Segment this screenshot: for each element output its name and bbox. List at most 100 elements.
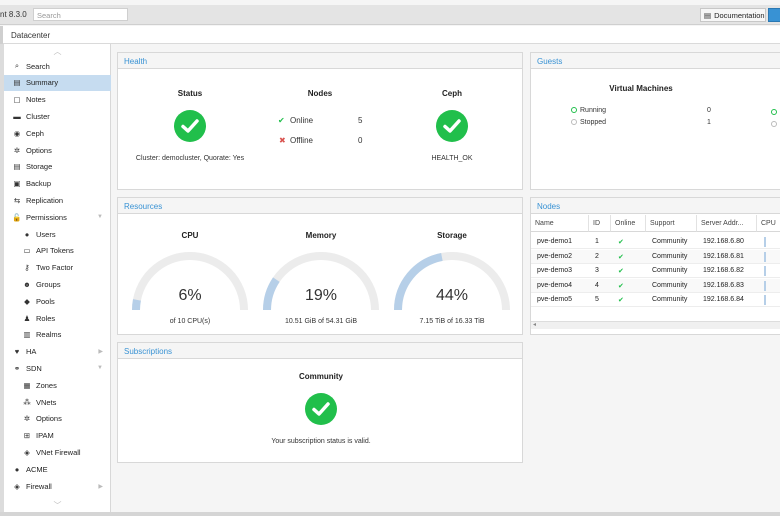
sidebar-item-summary[interactable]: ▤ Summary (4, 74, 111, 91)
node-name: pve-demo3 (537, 267, 573, 275)
column-header[interactable]: CPU (757, 215, 780, 232)
gauge-fill (132, 299, 141, 311)
chevron-down-icon[interactable]: ▼ (97, 365, 103, 371)
gauge-storage (394, 251, 510, 311)
online-count: 5 (358, 116, 363, 125)
sidebar-scroll-up[interactable]: ︿ (4, 46, 111, 58)
create-vm-button[interactable] (768, 8, 780, 22)
sidebar-item-users[interactable]: ● Users (4, 226, 111, 242)
sidebar-item-vnets[interactable]: ⁂ VNets (4, 394, 111, 410)
gauge-percent: 6% (178, 287, 202, 304)
cpu-usage-bar (764, 237, 766, 247)
sidebar-item-label: Cluster (26, 111, 50, 121)
subscription-ok-icon (305, 393, 337, 425)
user-icon: ● (24, 229, 30, 239)
cpu-usage-bar (764, 280, 766, 291)
node-id: 4 (595, 281, 599, 289)
sidebar-item-replication[interactable]: ⇆ Replication (4, 192, 111, 208)
column-header[interactable]: Name (531, 215, 589, 232)
sidebar-item-ceph[interactable]: ◉ Ceph (4, 125, 111, 141)
gear-icon: ✲ (13, 145, 21, 155)
column-header[interactable]: Online (611, 215, 646, 232)
stopped-count: 1 (707, 119, 711, 126)
pools-icon: ◆ (24, 296, 30, 306)
horizontal-scrollbar[interactable]: ◂ (531, 321, 780, 329)
online-check-icon: ✔ (618, 282, 624, 290)
sidebar-item-notes[interactable]: ▢ Notes (4, 92, 111, 108)
sidebar-item-label: Realms (36, 330, 62, 340)
sidebar-item-cluster[interactable]: ▬ Cluster (4, 108, 111, 124)
table-row[interactable]: pve-demo2 2 ✔ Community 192.168.6.81 (531, 249, 780, 264)
column-header[interactable]: Server Addr... (697, 215, 757, 232)
sidebar-item-search[interactable]: ⌕ Search (4, 58, 111, 74)
vm-title: Virtual Machines (609, 84, 673, 93)
sidebar-item-pools[interactable]: ◆ Pools (4, 293, 111, 309)
online-check-icon: ✔ (618, 268, 624, 276)
guests-header: Guests (531, 53, 780, 69)
sidebar-item-label: Ceph (26, 128, 44, 138)
breadcrumb-row: Datacenter (0, 26, 780, 44)
gauge-title: Memory (305, 231, 337, 240)
node-address: 192.168.6.82 (703, 267, 744, 275)
table-row[interactable]: pve-demo1 1 ✔ Community 192.168.6.80 (531, 235, 780, 249)
online-check-icon: ✔ (618, 297, 624, 305)
sidebar-item-api-tokens[interactable]: ▭ API Tokens (4, 243, 111, 259)
shield-icon: ◈ (14, 481, 20, 491)
left-strip (0, 26, 3, 44)
subscriptions-header: Subscriptions (118, 343, 522, 359)
sidebar-item-label: Roles (36, 313, 56, 323)
shield-icon: ◈ (24, 447, 30, 457)
ceph-ok-icon (436, 110, 468, 142)
users-icon: ☻ (23, 279, 31, 289)
sidebar-item-label: IPAM (36, 431, 54, 441)
node-support: Community (652, 281, 688, 289)
sidebar-item-options[interactable]: ✲ Options (4, 142, 111, 158)
documentation-button[interactable]: ▤ Documentation (700, 8, 766, 22)
sidebar-item-realms[interactable]: ▥ Realms (4, 327, 111, 343)
scroll-left-icon[interactable]: ◂ (533, 321, 536, 328)
offline-count: 0 (358, 136, 363, 145)
sidebar-item-backup[interactable]: ▣ Backup (4, 176, 111, 192)
column-header[interactable]: ID (589, 215, 611, 232)
sidebar-item-label: Pools (36, 296, 55, 306)
table-row[interactable]: pve-demo3 3 ✔ Community 192.168.6.82 (531, 264, 780, 279)
table-row[interactable]: pve-demo5 5 ✔ Community 192.168.6.84 (531, 293, 780, 308)
search-icon: ⌕ (14, 61, 20, 70)
cluster-icon: ▬ (13, 111, 21, 121)
sidebar-item-firewall[interactable]: ◈ Firewall ▶ (4, 478, 111, 494)
node-support: Community (652, 296, 688, 304)
node-id: 1 (595, 238, 599, 245)
table-row[interactable]: pve-demo4 4 ✔ Community 192.168.6.83 (531, 278, 780, 293)
sidebar-item-roles[interactable]: ♟ Roles (4, 310, 111, 326)
sidebar-item-label: Replication (26, 195, 64, 205)
sidebar-item-two-factor[interactable]: ⚷ Two Factor (4, 260, 111, 276)
chevron-right-icon[interactable]: ▶ (98, 348, 103, 355)
chevron-down-icon[interactable]: ▼ (97, 214, 103, 220)
breadcrumb: Datacenter (11, 31, 51, 40)
sidebar-item-ha[interactable]: ♥ HA ▶ (4, 344, 111, 360)
sidebar-item-vnet-firewall[interactable]: ◈ VNet Firewall (4, 444, 111, 460)
node-address: 192.168.6.83 (703, 281, 744, 289)
running-icon-2 (771, 109, 777, 115)
sidebar-item-options[interactable]: ✲ Options (4, 411, 111, 427)
status-text: Cluster: democluster, Quorate: Yes (135, 155, 245, 162)
health-panel: Health Status Cluster: democluster, Quor… (117, 52, 523, 190)
sidebar-item-groups[interactable]: ☻ Groups (4, 276, 111, 292)
nodes-panel: Nodes Name ID Online Support Server Addr... C… (530, 197, 780, 335)
stopped-icon (571, 119, 577, 125)
sidebar-item-zones[interactable]: ▦ Zones (4, 377, 111, 393)
search-input[interactable]: Search (33, 8, 128, 21)
sidebar-item-storage[interactable]: ▤ Storage (4, 159, 111, 175)
sidebar-item-permissions[interactable]: 🔓 Permissions ▼ (4, 209, 111, 225)
gauge-subtext: of 10 CPU(s) (169, 318, 211, 325)
sidebar-item-acme[interactable]: ● ACME (4, 461, 111, 477)
sidebar-scroll-down[interactable]: ﹀ (4, 500, 111, 512)
sidebar-item-ipam[interactable]: ⊞ IPAM (4, 428, 111, 444)
cpu-usage-bar (764, 266, 766, 277)
sidebar-item-sdn[interactable]: ⚭ SDN ▼ (4, 360, 111, 376)
chevron-right-icon[interactable]: ▶ (98, 483, 103, 490)
sidebar-item-label: Backup (26, 179, 52, 189)
node-support: Community (652, 238, 688, 245)
column-header[interactable]: Support (646, 215, 697, 232)
health-header: Health (118, 53, 522, 69)
